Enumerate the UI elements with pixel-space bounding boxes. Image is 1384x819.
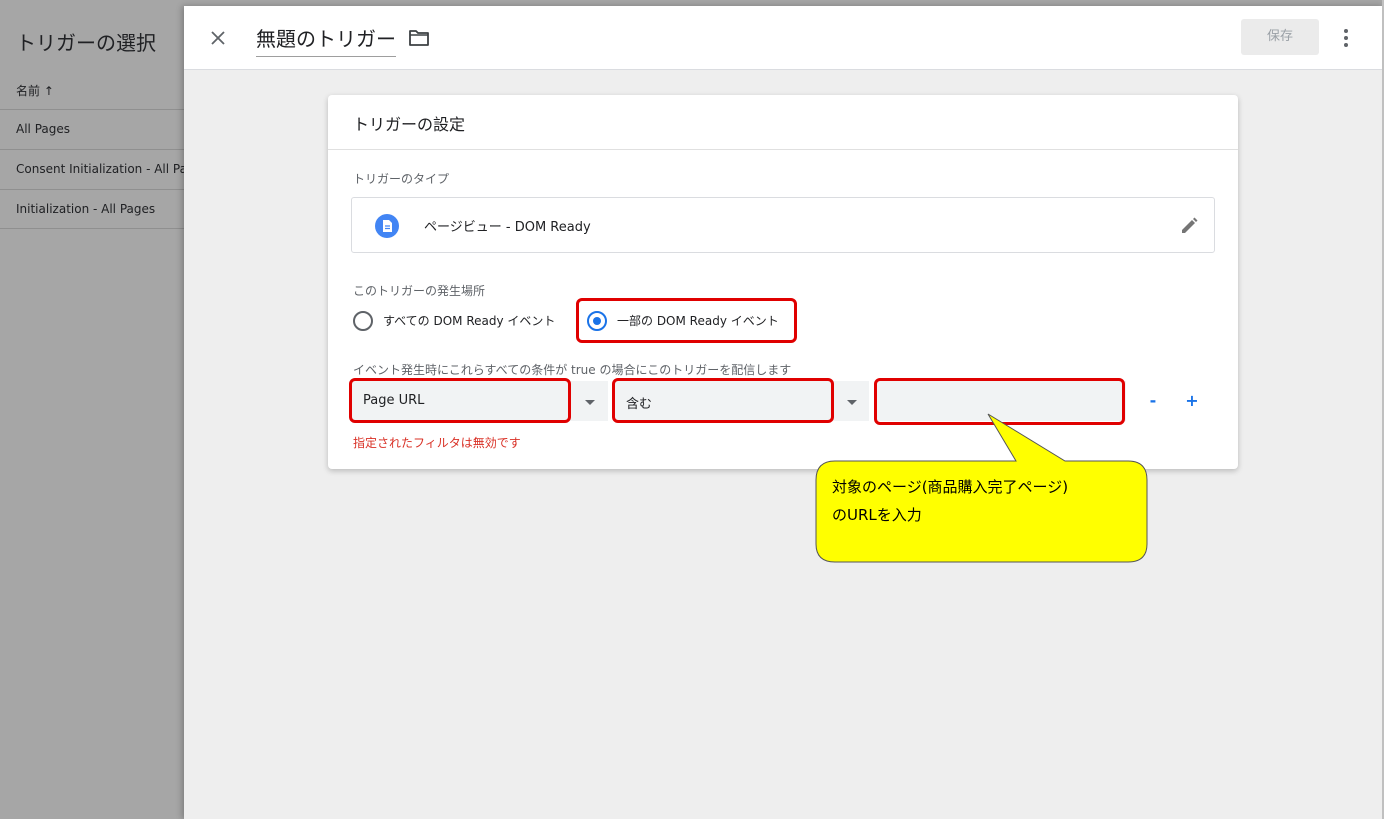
trigger-list-item[interactable]: Consent Initialization - All Pages (0, 149, 184, 189)
trigger-list-item[interactable]: Initialization - All Pages (0, 189, 184, 229)
editor-header: 無題のトリガー 保存 (184, 6, 1384, 70)
card-divider (328, 149, 1238, 150)
radio-unchecked-icon[interactable] (353, 311, 373, 331)
radio-some-events[interactable]: 一部の DOM Ready イベント (587, 309, 787, 333)
condition-description: イベント発生時にこれらすべての条件が true の場合にこのトリガーを配信します (353, 363, 792, 377)
variable-select[interactable]: Page URL (350, 381, 608, 421)
more-vert-icon[interactable] (1335, 26, 1357, 50)
name-column-header[interactable]: 名前 ↑ (16, 82, 54, 99)
trigger-type-selector[interactable]: ページビュー - DOM Ready (351, 197, 1215, 253)
trigger-name-field[interactable]: 無題のトリガー (256, 23, 396, 57)
trigger-config-card: トリガーの設定 トリガーのタイプ ページビュー - DOM Ready このトリ… (328, 95, 1238, 469)
operator-select-value: 含む (626, 397, 653, 412)
radio-dot (593, 317, 601, 325)
radio-all-events-label: すべての DOM Ready イベント (383, 314, 556, 328)
radio-checked-icon[interactable] (587, 311, 607, 331)
folder-icon[interactable] (408, 28, 430, 48)
callout-line-1: 対象のページ(商品購入完了ページ) (832, 478, 1069, 496)
save-button[interactable]: 保存 (1241, 19, 1319, 55)
radio-some-events-label: 一部の DOM Ready イベント (617, 314, 779, 328)
trigger-selection-panel: トリガーの選択 名前 ↑ All Pages Consent Initializ… (0, 0, 184, 819)
document-icon (375, 214, 399, 238)
trigger-list-item[interactable]: All Pages (0, 109, 184, 149)
close-icon[interactable] (206, 26, 230, 50)
dropdown-arrow-icon (585, 400, 595, 405)
radio-all-events[interactable]: すべての DOM Ready イベント (353, 309, 556, 333)
trigger-type-value: ページビュー - DOM Ready (424, 220, 591, 235)
remove-condition-button[interactable]: - (1137, 385, 1169, 417)
trigger-type-label: トリガーのタイプ (353, 172, 450, 186)
variable-select-value: Page URL (363, 393, 425, 408)
callout-text: 対象のページ(商品購入完了ページ) のURLを入力 (832, 473, 1137, 529)
add-condition-button[interactable]: + (1176, 385, 1208, 417)
operator-select[interactable]: 含む (613, 381, 869, 421)
filter-error-message: 指定されたフィルタは無効です (353, 436, 521, 450)
dropdown-arrow-icon (847, 400, 857, 405)
trigger-selection-title: トリガーの選択 (16, 31, 156, 55)
pencil-icon[interactable] (1178, 215, 1200, 237)
callout-line-2: のURLを入力 (832, 506, 922, 524)
fire-location-label: このトリガーの発生場所 (353, 284, 486, 298)
card-title: トリガーの設定 (353, 115, 466, 134)
condition-value-input[interactable] (876, 381, 1126, 421)
